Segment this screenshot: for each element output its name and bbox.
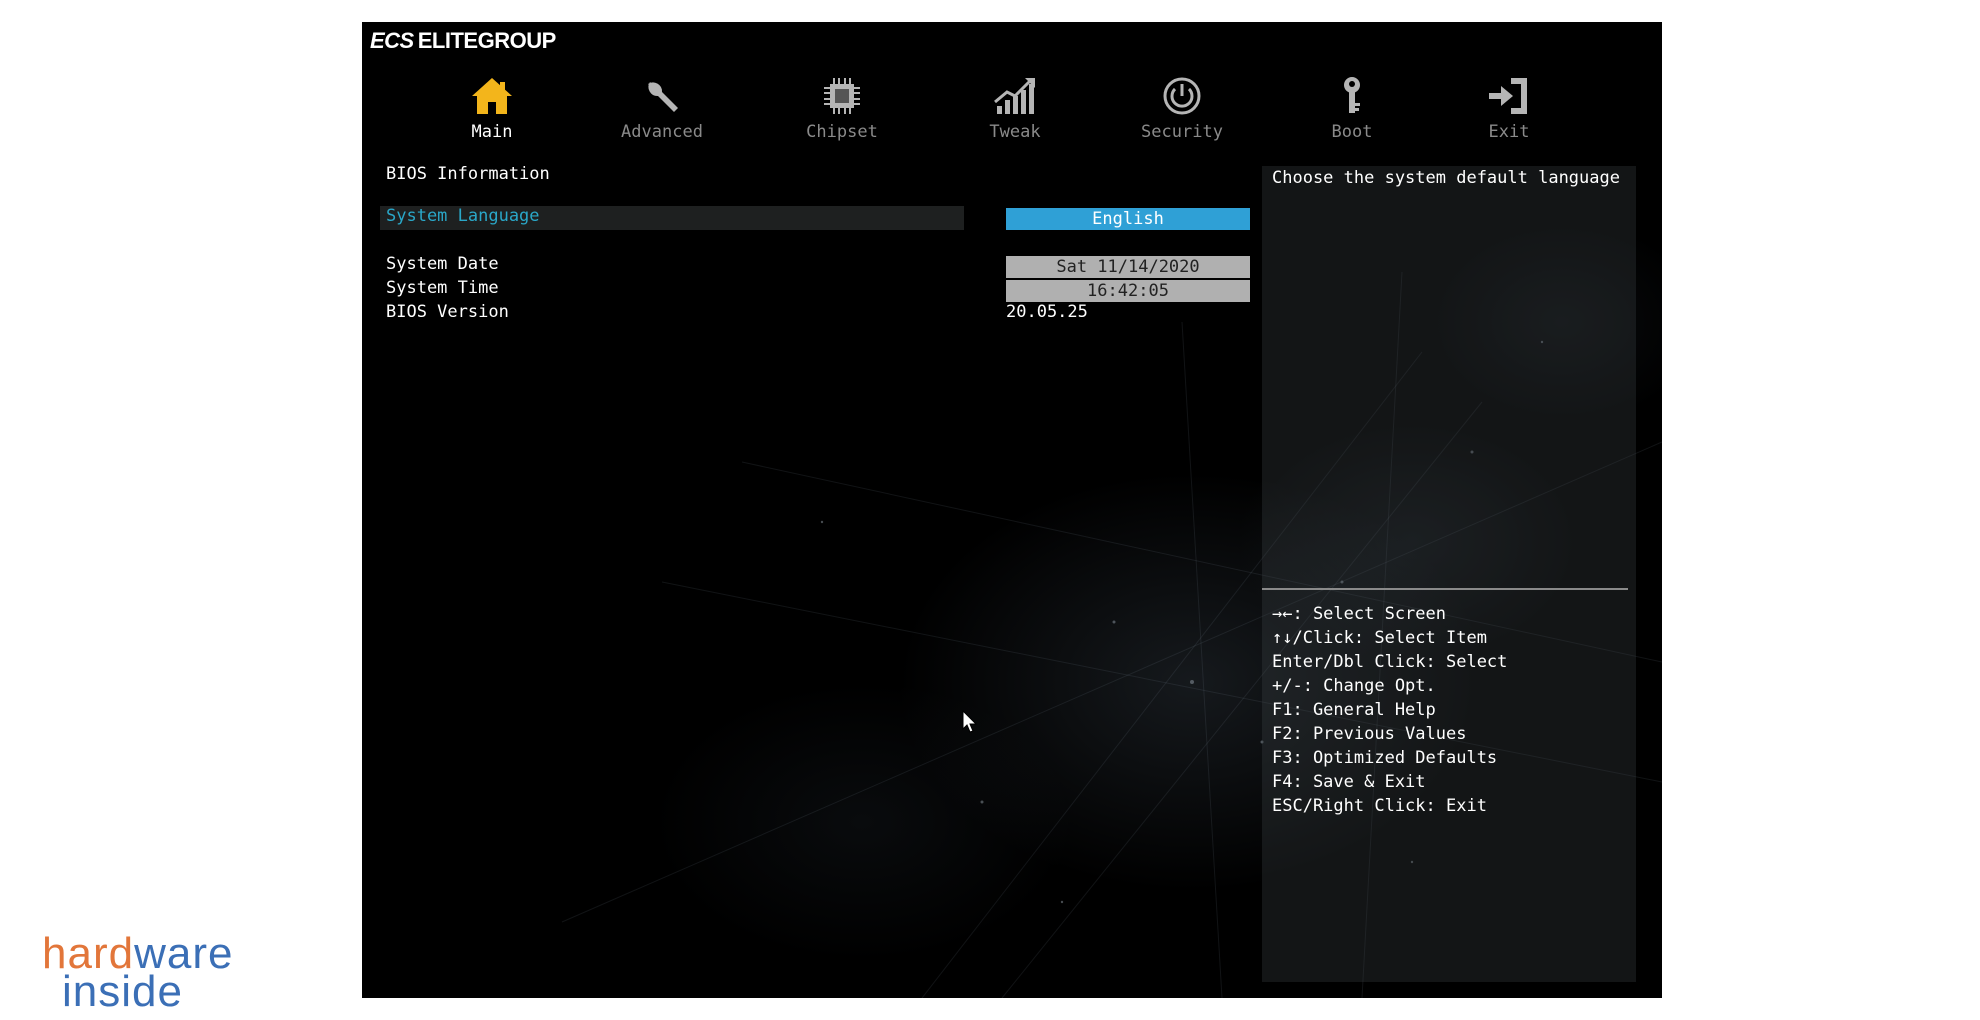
chip-icon bbox=[772, 74, 912, 118]
tab-label: Exit bbox=[1488, 122, 1530, 142]
bios-screen: ECS ELITEGROUP Main Advanced Chipset Twe… bbox=[362, 22, 1662, 998]
system-language-value[interactable]: English bbox=[1006, 208, 1250, 230]
key-icon bbox=[1282, 74, 1422, 118]
watermark: hardware inside bbox=[42, 932, 233, 1016]
bios-version-label: BIOS Version bbox=[386, 302, 509, 322]
tab-boot[interactable]: Boot bbox=[1282, 74, 1422, 142]
tab-label: Boot bbox=[1331, 122, 1373, 142]
watermark-line2: inside bbox=[62, 967, 183, 1016]
brand-name: ELITEGROUP bbox=[417, 28, 557, 53]
wrench-icon bbox=[592, 74, 732, 118]
tab-label: Tweak bbox=[989, 122, 1041, 142]
system-time-value[interactable]: 16:42:05 bbox=[1006, 280, 1250, 302]
key-hint: F1: General Help bbox=[1272, 700, 1436, 720]
key-hint: F3: Optimized Defaults bbox=[1272, 748, 1498, 768]
key-hint: F4: Save & Exit bbox=[1272, 772, 1426, 792]
tab-tweak[interactable]: Tweak bbox=[945, 74, 1085, 142]
key-hint: ESC/Right Click: Exit bbox=[1272, 796, 1487, 816]
tab-security[interactable]: Security bbox=[1112, 74, 1252, 142]
bios-version-value: 20.05.25 bbox=[1006, 302, 1088, 322]
system-language-label[interactable]: System Language bbox=[386, 206, 540, 226]
tab-advanced[interactable]: Advanced bbox=[592, 74, 732, 142]
system-time-label: System Time bbox=[386, 278, 499, 298]
key-hint: →←: Select Screen bbox=[1272, 604, 1446, 624]
key-hint: ↑↓/Click: Select Item bbox=[1272, 628, 1487, 648]
tab-label: Main bbox=[471, 122, 513, 142]
key-legend: →←: Select Screen ↑↓/Click: Select Item … bbox=[1272, 602, 1507, 818]
key-hint: +/-: Change Opt. bbox=[1272, 676, 1436, 696]
brand-logo: ECS ELITEGROUP bbox=[370, 28, 556, 54]
tab-exit[interactable]: Exit bbox=[1439, 74, 1579, 142]
tab-label: Advanced bbox=[621, 122, 703, 142]
power-icon bbox=[1112, 74, 1252, 118]
tab-chipset[interactable]: Chipset bbox=[772, 74, 912, 142]
key-hint: Enter/Dbl Click: Select bbox=[1272, 652, 1508, 672]
ecs-logo-mark: ECS bbox=[370, 28, 414, 53]
chart-icon bbox=[945, 74, 1085, 118]
system-date-value[interactable]: Sat 11/14/2020 bbox=[1006, 256, 1250, 278]
home-icon bbox=[422, 74, 562, 118]
top-navigation: Main Advanced Chipset Tweak Security Boo… bbox=[422, 74, 1529, 164]
help-description: Choose the system default language bbox=[1272, 168, 1620, 188]
system-date-label: System Date bbox=[386, 254, 499, 274]
exit-icon bbox=[1439, 74, 1579, 118]
tab-main[interactable]: Main bbox=[422, 74, 562, 142]
mouse-cursor-icon bbox=[962, 709, 978, 738]
tab-label: Security bbox=[1141, 122, 1223, 142]
section-title: BIOS Information bbox=[386, 164, 550, 184]
tab-label: Chipset bbox=[806, 122, 878, 142]
help-panel: Choose the system default language →←: S… bbox=[1262, 166, 1636, 982]
help-divider bbox=[1262, 588, 1628, 590]
key-hint: F2: Previous Values bbox=[1272, 724, 1467, 744]
